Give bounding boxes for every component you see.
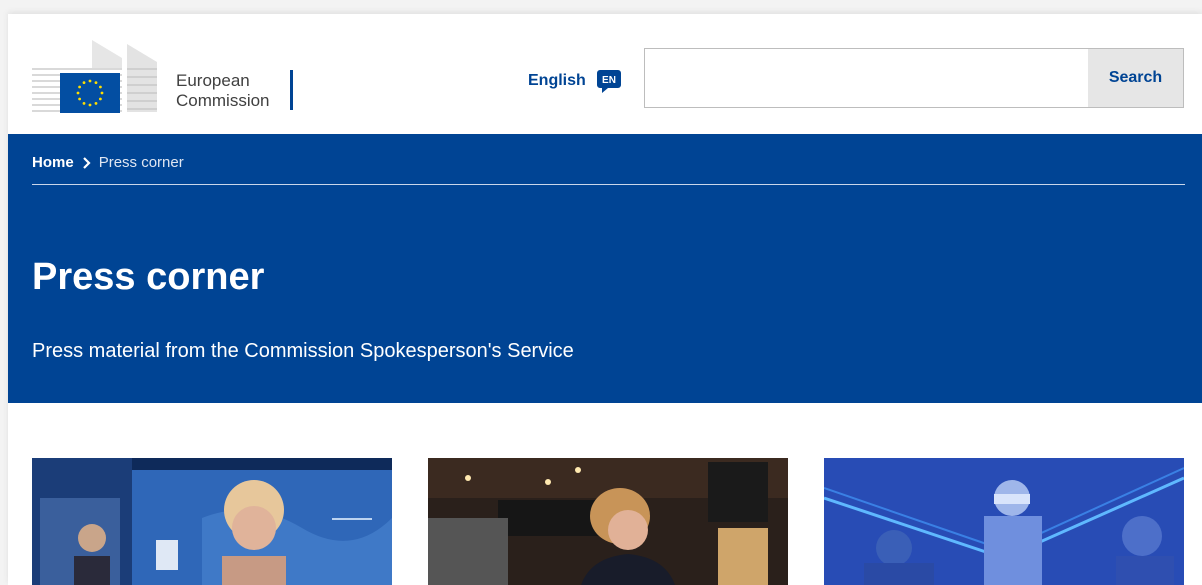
european-commission-logo[interactable]: European Commission: [32, 40, 302, 115]
search-input[interactable]: [645, 49, 1088, 107]
card-image-barista: [428, 458, 788, 585]
language-code: EN: [602, 75, 616, 86]
news-card-2[interactable]: [428, 458, 788, 585]
search-button[interactable]: Search: [1088, 49, 1183, 107]
card-image-health-workers: [824, 458, 1184, 585]
news-card-3[interactable]: [824, 458, 1184, 585]
breadcrumb-home-link[interactable]: Home: [32, 154, 74, 171]
speech-bubble-icon: EN: [596, 70, 621, 93]
breadcrumb-current: Press corner: [98, 154, 184, 171]
page-title: Press corner: [32, 256, 265, 298]
site-header: European Commission English EN Search: [8, 14, 1202, 134]
logo-text-line1: European: [176, 71, 250, 90]
eu-flag: [60, 73, 120, 113]
page-subtitle: Press material from the Commission Spoke…: [32, 340, 574, 362]
language-selector[interactable]: English EN: [528, 68, 622, 94]
page-banner: Home Press corner Press corner Press mat…: [8, 134, 1202, 403]
breadcrumb: Home Press corner: [32, 154, 184, 171]
chevron-right-icon: [82, 156, 91, 169]
logo-text-line2: Commission: [176, 91, 270, 110]
logo-text: European Commission: [176, 71, 270, 111]
page: European Commission English EN Search Ho…: [8, 14, 1202, 585]
news-card-1[interactable]: [32, 458, 392, 585]
breadcrumb-divider: [32, 184, 1185, 185]
language-label: English: [528, 72, 586, 89]
logo-divider: [290, 70, 293, 110]
search-form: Search: [644, 48, 1184, 108]
card-image-speaker: [32, 458, 392, 585]
